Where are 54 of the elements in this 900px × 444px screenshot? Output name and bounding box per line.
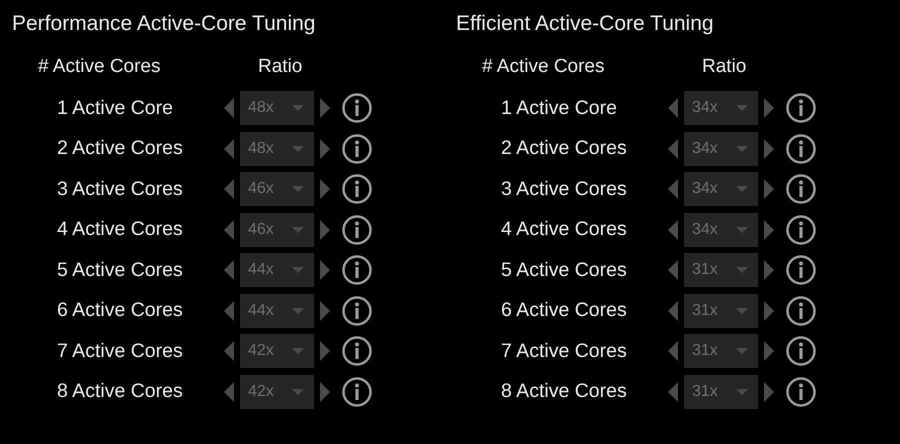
core-count-label: 1 Active Core — [501, 96, 618, 120]
info-icon[interactable] — [786, 376, 816, 407]
core-count-label: 1 Active Core — [57, 96, 174, 120]
caret-icon — [736, 267, 748, 274]
caret-icon — [292, 308, 304, 314]
info-icon[interactable] — [786, 296, 816, 326]
caret-icon — [292, 105, 304, 112]
caret-icon — [736, 388, 748, 395]
caret-icon — [292, 146, 304, 152]
info-icon[interactable] — [342, 296, 372, 326]
column-header: # Active Cores — [38, 55, 162, 79]
info-icon[interactable] — [786, 93, 816, 124]
core-count-label: 2 Active Cores — [57, 137, 184, 160]
info-icon[interactable] — [342, 93, 372, 124]
caret-icon — [292, 186, 304, 192]
caret-icon — [292, 348, 304, 354]
core-count-label: 5 Active Cores — [501, 258, 628, 282]
column-header: # Active Cores — [482, 55, 606, 79]
info-icon[interactable] — [786, 174, 816, 204]
section-title: Performance Active-Core Tuning — [12, 11, 316, 37]
info-icon[interactable] — [342, 255, 372, 286]
info-icon[interactable] — [786, 336, 816, 366]
info-icon[interactable] — [786, 255, 816, 286]
core-count-label: 2 Active Cores — [501, 137, 628, 160]
info-icon[interactable] — [786, 214, 816, 245]
caret-icon — [736, 226, 748, 233]
info-icon[interactable] — [342, 174, 372, 204]
info-icon[interactable] — [342, 134, 372, 164]
column-header: Ratio — [258, 55, 302, 79]
caret-icon — [736, 348, 748, 354]
info-icon[interactable] — [342, 376, 372, 407]
caret-icon — [736, 105, 748, 112]
caret-icon — [292, 226, 304, 233]
core-count-label: 5 Active Cores — [57, 258, 184, 282]
caret-icon — [292, 267, 304, 274]
caret-icon — [736, 186, 748, 192]
section-title: Efficient Active-Core Tuning — [456, 11, 715, 37]
core-count-label: 7 Active Cores — [57, 340, 184, 363]
caret-icon — [736, 308, 748, 314]
info-icon[interactable] — [342, 214, 372, 245]
core-count-label: 6 Active Cores — [501, 299, 628, 322]
caret-icon — [292, 388, 304, 395]
core-count-label: 3 Active Cores — [501, 178, 628, 201]
core-count-label: 8 Active Cores — [501, 380, 628, 404]
core-count-label: 7 Active Cores — [501, 340, 628, 363]
caret-icon — [736, 146, 748, 152]
info-icon[interactable] — [786, 134, 816, 164]
info-icon[interactable] — [342, 336, 372, 366]
core-count-label: 8 Active Cores — [57, 380, 184, 404]
core-count-label: 3 Active Cores — [57, 178, 184, 201]
column-header: Ratio — [702, 55, 746, 79]
core-count-label: 6 Active Cores — [57, 299, 184, 322]
core-count-label: 4 Active Cores — [57, 218, 184, 242]
core-count-label: 4 Active Cores — [501, 218, 628, 242]
